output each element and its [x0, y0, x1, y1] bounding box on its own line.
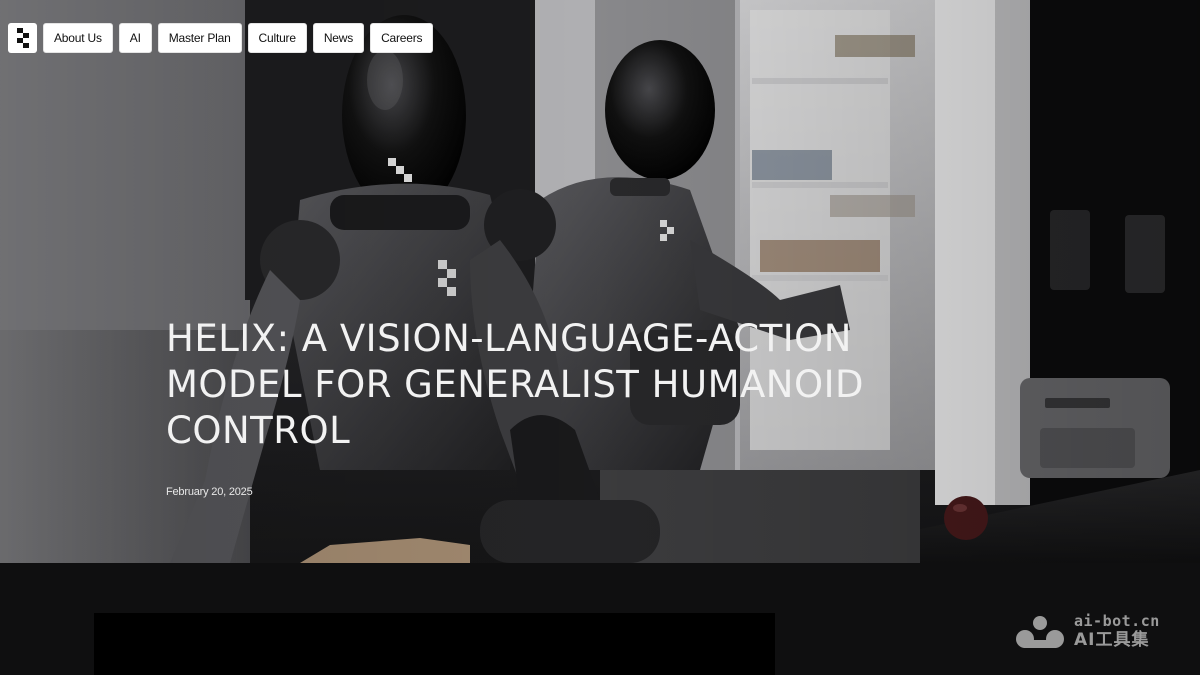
- nav-item-ai[interactable]: AI: [118, 23, 152, 53]
- logo-icon[interactable]: [8, 23, 37, 53]
- nav-item-about-us[interactable]: About Us: [43, 23, 113, 53]
- video-player[interactable]: [94, 613, 775, 675]
- nav-item-master-plan[interactable]: Master Plan: [157, 23, 242, 53]
- watermark-name: AI工具集: [1074, 630, 1150, 650]
- article-date: February 20, 2025: [166, 486, 253, 498]
- figure-logo-icon: [16, 28, 29, 48]
- nav-item-careers[interactable]: Careers: [370, 23, 434, 53]
- nav-item-news[interactable]: News: [312, 23, 365, 53]
- hero-section: [0, 0, 1200, 563]
- article-title: HELIX: A VISION-LANGUAGE-ACTION MODEL FO…: [166, 317, 865, 452]
- top-nav: About Us AI Master Plan Culture News Car…: [8, 23, 434, 53]
- nav-item-culture[interactable]: Culture: [247, 23, 307, 53]
- watermark: ai-bot.cn AI工具集: [1014, 613, 1160, 650]
- hero-image: [0, 0, 1200, 563]
- watermark-url: ai-bot.cn: [1074, 612, 1160, 630]
- watermark-logo-icon: [1016, 615, 1064, 648]
